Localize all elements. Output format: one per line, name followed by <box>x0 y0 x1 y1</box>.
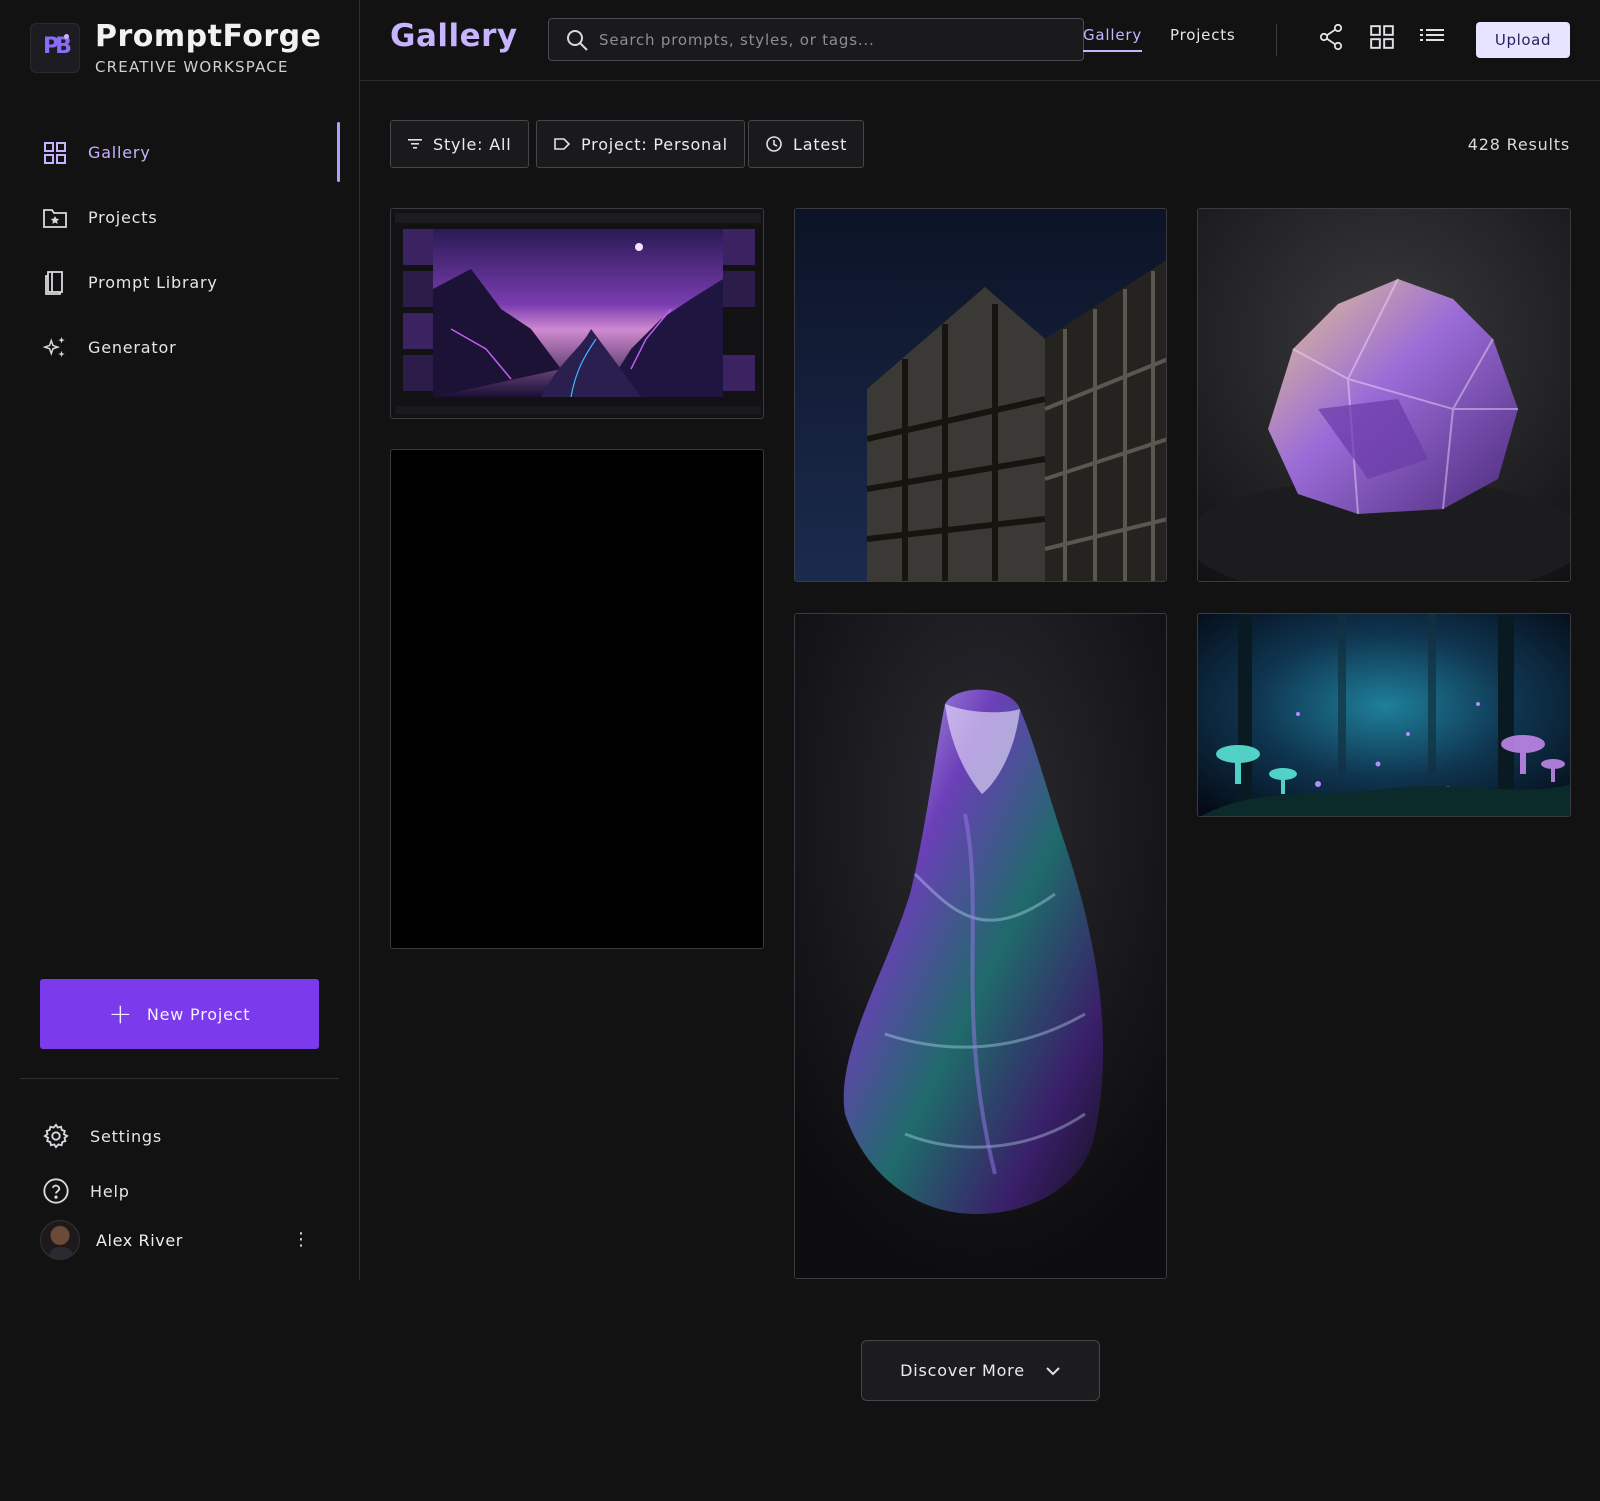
top-nav-gallery[interactable]: Gallery <box>1083 26 1143 52</box>
list-view-icon[interactable] <box>1417 22 1447 52</box>
project-filter-label: Project: Personal <box>581 134 728 154</box>
grid-icon <box>42 140 68 166</box>
page-title: Gallery <box>390 18 518 54</box>
top-header: Gallery Gallery Projects Upload <box>360 0 1600 81</box>
discover-more-button[interactable]: Discover More <box>861 1340 1100 1401</box>
user-name: Alex River <box>96 1230 183 1250</box>
sidebar: PB PromptForge CREATIVE WORKSPACE Galler… <box>0 0 360 1280</box>
search-input[interactable] <box>599 30 1059 49</box>
discover-more-label: Discover More <box>900 1361 1025 1380</box>
new-project-label: New Project <box>146 1004 251 1024</box>
upload-button[interactable]: Upload <box>1476 22 1570 58</box>
sidebar-item-prompt-library[interactable]: Prompt Library <box>0 250 360 315</box>
gallery-image-iridescent-cloak[interactable] <box>794 613 1167 1279</box>
book-icon <box>42 270 68 296</box>
folder-star-icon <box>42 205 68 231</box>
sort-filter-label: Latest <box>793 134 848 154</box>
sidebar-item-label: Generator <box>88 338 177 357</box>
brand-name: PromptForge <box>95 19 322 54</box>
new-project-button[interactable]: + New Project <box>40 979 319 1049</box>
tag-icon <box>553 136 571 152</box>
results-count: 428 Results <box>1467 135 1570 154</box>
search-bar[interactable] <box>548 18 1084 61</box>
header-divider <box>1276 24 1277 56</box>
sidebar-item-label: Projects <box>88 208 158 227</box>
help-label: Help <box>90 1181 130 1201</box>
logo: PB <box>30 23 80 73</box>
clock-icon <box>765 135 783 153</box>
share-icon[interactable] <box>1316 22 1346 52</box>
settings-label: Settings <box>90 1126 163 1146</box>
gear-icon <box>42 1122 70 1150</box>
search-icon <box>565 28 589 52</box>
brand[interactable]: PB PromptForge CREATIVE WORKSPACE <box>30 20 321 76</box>
filter-icon <box>407 137 423 151</box>
gallery-image-amethyst-crystal[interactable] <box>1197 208 1571 582</box>
gallery-image-empty[interactable] <box>390 449 764 949</box>
grid-view-icon[interactable] <box>1367 22 1397 52</box>
sort-filter[interactable]: Latest <box>748 120 865 168</box>
settings-link[interactable]: Settings <box>42 1122 162 1150</box>
gallery-image-purple-canyon[interactable] <box>390 208 764 419</box>
gallery-image-glowing-forest[interactable] <box>1197 613 1571 817</box>
sidebar-item-gallery[interactable]: Gallery <box>0 120 360 185</box>
gallery-image-brutalist-building[interactable] <box>794 208 1167 582</box>
style-filter-label: Style: All <box>433 134 512 154</box>
sidebar-item-label: Gallery <box>88 143 151 162</box>
project-filter[interactable]: Project: Personal <box>536 120 745 168</box>
help-icon <box>42 1177 70 1205</box>
sidebar-nav: Gallery Projects Prompt Library Generato… <box>0 120 360 380</box>
sidebar-item-projects[interactable]: Projects <box>0 185 360 250</box>
help-link[interactable]: Help <box>42 1177 130 1205</box>
avatar <box>40 1220 80 1260</box>
user-profile[interactable]: Alex River ⋮ <box>40 1220 320 1260</box>
sidebar-item-generator[interactable]: Generator <box>0 315 360 380</box>
kebab-menu-icon[interactable]: ⋮ <box>292 1231 310 1249</box>
chevron-down-icon <box>1045 1366 1061 1376</box>
brand-subtitle: CREATIVE WORKSPACE <box>95 58 289 76</box>
top-nav-projects[interactable]: Projects <box>1170 26 1236 50</box>
sidebar-divider <box>20 1078 339 1079</box>
plus-icon: + <box>108 997 133 1030</box>
sparkles-icon <box>42 335 68 361</box>
sidebar-item-label: Prompt Library <box>88 273 218 292</box>
style-filter[interactable]: Style: All <box>390 120 529 168</box>
